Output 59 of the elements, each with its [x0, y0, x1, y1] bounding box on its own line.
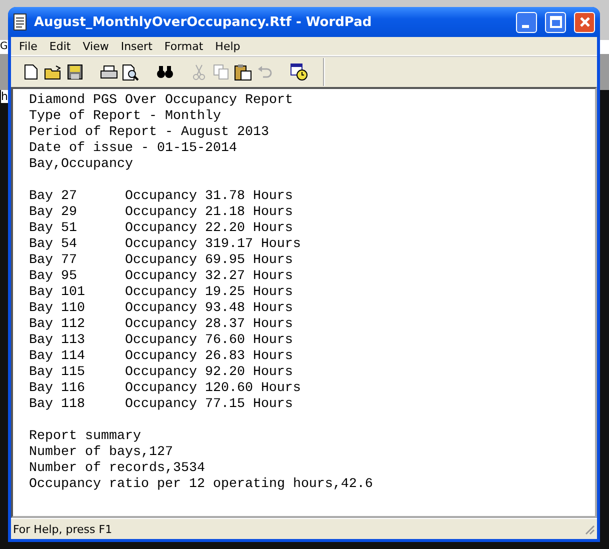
bay-label: Bay 118 — [29, 397, 86, 413]
calendar-clock-icon[interactable] — [289, 62, 309, 82]
menu-item[interactable]: Format — [158, 40, 210, 52]
text-line: Bay,Occupancy — [29, 157, 134, 173]
occupancy-value: Occupancy 31.78 Hours — [124, 189, 293, 205]
bay-label: Bay 110 — [29, 301, 86, 317]
bay-label: Bay 54 — [29, 237, 78, 253]
text-line: Occupancy ratio per 12 operating hours,42.6 — [29, 477, 374, 493]
text-line: Date of issue - 01-15-2014 — [29, 141, 238, 157]
bay-label: Bay 51 — [29, 221, 78, 237]
bay-label: Bay 113 — [29, 333, 86, 349]
document-area[interactable] — [11, 87, 597, 518]
background-window-text: G — [0, 41, 8, 52]
menu-item[interactable]: View — [76, 40, 115, 52]
menu-item[interactable]: Help — [209, 40, 246, 52]
bay-label: Bay 115 — [29, 365, 86, 381]
bay-label: Bay 116 — [29, 381, 86, 397]
menu-item[interactable]: File — [13, 40, 44, 52]
occupancy-value: Occupancy 120.60 Hours — [124, 381, 301, 397]
bay-label: Bay 29 — [29, 205, 78, 221]
occupancy-value: Occupancy 93.48 Hours — [124, 301, 293, 317]
maximize-button[interactable] — [545, 12, 566, 32]
occupancy-value: Occupancy 22.20 Hours — [124, 221, 293, 237]
bay-label: Bay 101 — [29, 285, 86, 301]
menu-item[interactable]: Insert — [114, 40, 158, 52]
occupancy-value: Occupancy 32.27 Hours — [124, 269, 293, 285]
minimize-icon — [522, 24, 528, 28]
bay-label: Bay 27 — [29, 189, 78, 205]
occupancy-value: Occupancy 26.83 Hours — [124, 349, 293, 365]
floppy-disk-icon[interactable] — [65, 62, 85, 82]
menu-item[interactable]: Edit — [43, 40, 77, 52]
bay-label: Bay 95 — [29, 269, 78, 285]
clipboard-icon[interactable] — [233, 62, 253, 82]
text-line: Number of records,3534 — [29, 461, 206, 477]
status-text: For Help, press F1 — [13, 522, 114, 536]
occupancy-value: Occupancy 319.17 Hours — [124, 237, 301, 253]
bay-label: Bay 77 — [29, 253, 78, 269]
occupancy-value: Occupancy 77.15 Hours — [124, 397, 293, 413]
magnifier-page-icon[interactable] — [121, 62, 141, 82]
close-icon — [578, 16, 590, 28]
minimize-button[interactable] — [516, 12, 537, 32]
maximize-icon — [550, 16, 562, 28]
resize-grip-icon — [583, 523, 595, 535]
bay-label: Bay 114 — [29, 349, 86, 365]
occupancy-value: Occupancy 92.20 Hours — [124, 365, 293, 381]
document-icon — [12, 13, 28, 31]
occupancy-value: Occupancy 21.18 Hours — [124, 205, 293, 221]
occupancy-value: Occupancy 19.25 Hours — [124, 285, 293, 301]
bay-label: Bay 112 — [29, 317, 86, 333]
text-line: Number of bays,127 — [29, 445, 174, 461]
text-line: Type of Report - Monthly — [29, 109, 222, 125]
occupancy-value: Occupancy 69.95 Hours — [124, 253, 293, 269]
occupancy-value: Occupancy 76.60 Hours — [124, 333, 293, 349]
text-line: Diamond PGS Over Occupancy Report — [29, 93, 294, 109]
window-title: August_MonthlyOverOccupancy.Rtf - WordPad — [34, 14, 373, 30]
text-line: Report summary — [29, 429, 142, 445]
close-button[interactable] — [574, 12, 595, 32]
occupancy-value: Occupancy 28.37 Hours — [124, 317, 293, 333]
text-line: Period of Report - August 2013 — [29, 125, 270, 141]
